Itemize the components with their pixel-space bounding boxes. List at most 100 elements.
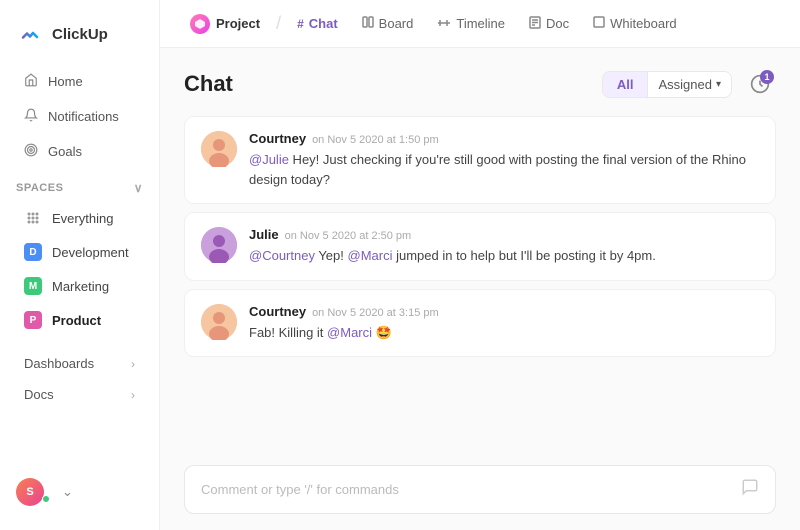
top-nav: Project / # Chat Board Timeline Doc — [160, 0, 800, 48]
project-label: Project — [216, 16, 260, 31]
sidebar-item-dashboards[interactable]: Dashboards › — [8, 346, 151, 375]
user-area[interactable]: S ⌄ — [0, 466, 159, 518]
notification-badge: 1 — [760, 70, 774, 84]
nav-divider: / — [276, 13, 281, 34]
message-content: Julie on Nov 5 2020 at 2:50 pm @Courtney… — [249, 227, 759, 266]
message-meta: Courtney on Nov 5 2020 at 3:15 pm — [249, 304, 759, 319]
sidebar-item-notifications[interactable]: Notifications — [8, 100, 151, 133]
sidebar: ClickUp Home Notifications Goals Spaces … — [0, 0, 160, 530]
spaces-section-header[interactable]: Spaces ∨ — [0, 169, 159, 201]
chat-header-right: All Assigned ▾ 1 — [602, 68, 776, 100]
mention: @Marci — [327, 325, 372, 340]
mention: @Marci — [348, 248, 393, 263]
logo-text: ClickUp — [52, 26, 108, 43]
chat-area: Chat All Assigned ▾ 1 — [160, 48, 800, 453]
filter-assigned-btn[interactable]: Assigned ▾ — [647, 72, 731, 97]
message-text: @Courtney Yep! @Marci jumped in to help … — [249, 246, 759, 266]
message-author: Julie — [249, 227, 279, 242]
filter-assigned-label: Assigned — [658, 77, 711, 92]
goals-icon — [24, 143, 38, 160]
spaces-chevron: ∨ — [134, 181, 143, 195]
sidebar-item-goals[interactable]: Goals — [8, 135, 151, 168]
comment-input-box[interactable]: Comment or type '/' for commands — [184, 465, 776, 514]
table-row: Courtney on Nov 5 2020 at 3:15 pm Fab! K… — [184, 289, 776, 358]
nav-tab-timeline[interactable]: Timeline — [427, 10, 515, 37]
message-content: Courtney on Nov 5 2020 at 1:50 pm @Julie… — [249, 131, 759, 189]
sidebar-item-home-label: Home — [48, 74, 83, 89]
project-tab[interactable]: Project — [180, 10, 270, 38]
send-icon[interactable] — [741, 478, 759, 501]
sidebar-item-everything[interactable]: Everything — [8, 202, 151, 234]
message-meta: Courtney on Nov 5 2020 at 1:50 pm — [249, 131, 759, 146]
avatar — [201, 131, 237, 167]
filter-group: All Assigned ▾ — [602, 71, 732, 98]
message-time: on Nov 5 2020 at 1:50 pm — [312, 134, 439, 146]
mention: @Julie — [249, 152, 289, 167]
notification-icon-wrap[interactable]: 1 — [744, 68, 776, 100]
docs-chevron: › — [131, 388, 135, 402]
chat-tab-label: Chat — [309, 16, 338, 31]
timeline-tab-label: Timeline — [456, 16, 505, 31]
avatar — [201, 304, 237, 340]
message-author: Courtney — [249, 131, 306, 146]
julie-avatar-img — [201, 227, 237, 263]
message-content: Courtney on Nov 5 2020 at 3:15 pm Fab! K… — [249, 304, 759, 343]
message-text: Fab! Killing it @Marci 🤩 — [249, 323, 759, 343]
product-label: Product — [52, 313, 101, 328]
mention: @Courtney — [249, 248, 315, 263]
dashboards-label: Dashboards — [24, 356, 94, 371]
table-row: Courtney on Nov 5 2020 at 1:50 pm @Julie… — [184, 116, 776, 204]
docs-label: Docs — [24, 387, 54, 402]
nav-tab-doc[interactable]: Doc — [519, 10, 579, 38]
sidebar-item-home[interactable]: Home — [8, 65, 151, 98]
development-dot: D — [24, 243, 42, 261]
main-content: Project / # Chat Board Timeline Doc — [160, 0, 800, 530]
sidebar-item-goals-label: Goals — [48, 144, 82, 159]
dashboards-chevron: › — [131, 357, 135, 371]
sidebar-item-docs[interactable]: Docs › — [8, 377, 151, 406]
sidebar-item-development[interactable]: D Development — [8, 236, 151, 268]
development-label: Development — [52, 245, 129, 260]
sidebar-item-product[interactable]: P Product — [8, 304, 151, 336]
table-row: Julie on Nov 5 2020 at 2:50 pm @Courtney… — [184, 212, 776, 281]
user-avatar: S — [16, 478, 44, 506]
courtney-avatar-img-2 — [201, 304, 237, 340]
chat-title: Chat — [184, 71, 233, 97]
home-icon — [24, 73, 38, 90]
doc-tab-icon — [529, 16, 541, 32]
project-icon — [190, 14, 210, 34]
filter-dropdown-chevron: ▾ — [716, 79, 721, 90]
comment-placeholder: Comment or type '/' for commands — [201, 482, 399, 497]
everything-icon — [24, 209, 42, 227]
nav-tab-whiteboard[interactable]: Whiteboard — [583, 10, 686, 37]
message-time: on Nov 5 2020 at 2:50 pm — [285, 230, 412, 242]
spaces-label: Spaces — [16, 182, 63, 194]
sidebar-item-marketing[interactable]: M Marketing — [8, 270, 151, 302]
avatar — [201, 227, 237, 263]
comment-input-area: Comment or type '/' for commands — [160, 453, 800, 530]
user-menu-icon: ⌄ — [62, 484, 73, 500]
messages-list: Courtney on Nov 5 2020 at 1:50 pm @Julie… — [184, 116, 776, 453]
message-text: @Julie Hey! Just checking if you're stil… — [249, 150, 759, 189]
timeline-tab-icon — [437, 17, 451, 31]
everything-label: Everything — [52, 211, 113, 226]
board-tab-label: Board — [379, 16, 414, 31]
message-time: on Nov 5 2020 at 3:15 pm — [312, 307, 439, 319]
message-author: Courtney — [249, 304, 306, 319]
board-tab-icon — [362, 16, 374, 31]
chat-header: Chat All Assigned ▾ 1 — [184, 68, 776, 100]
product-dot: P — [24, 311, 42, 329]
marketing-dot: M — [24, 277, 42, 295]
whiteboard-tab-icon — [593, 16, 605, 31]
user-status — [42, 495, 50, 503]
marketing-label: Marketing — [52, 279, 109, 294]
logo[interactable]: ClickUp — [0, 12, 159, 64]
nav-tab-chat[interactable]: # Chat — [287, 10, 348, 37]
nav-tab-board[interactable]: Board — [352, 10, 424, 37]
bell-icon — [24, 108, 38, 125]
sidebar-item-notifications-label: Notifications — [48, 109, 119, 124]
courtney-avatar-img — [201, 131, 237, 167]
filter-all-btn[interactable]: All — [603, 72, 648, 97]
chat-tab-icon: # — [297, 17, 304, 31]
message-meta: Julie on Nov 5 2020 at 2:50 pm — [249, 227, 759, 242]
